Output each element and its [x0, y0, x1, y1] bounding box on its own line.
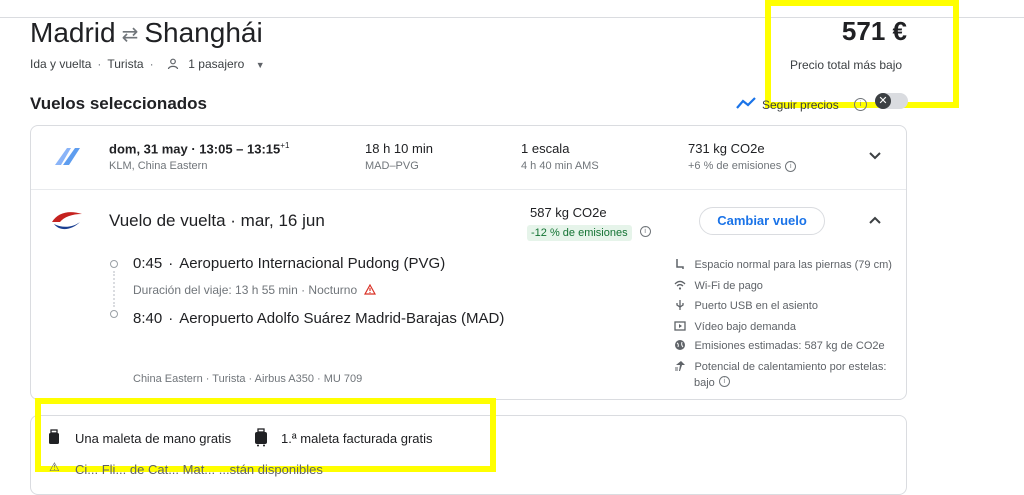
info-icon[interactable]: i: [639, 226, 651, 238]
departure-dot: [110, 260, 118, 268]
amenity-legroom: Espacio normal para las piernas (79 cm): [674, 255, 892, 273]
person-icon: [167, 58, 179, 70]
track-prices-label: Seguir precios: [762, 98, 839, 112]
arrival-airport: Aeropuerto Adolfo Suárez Madrid-Barajas …: [179, 310, 505, 327]
contrail-icon: [675, 361, 685, 371]
outbound-time-text: dom, 31 may · 13:05 – 13:15: [109, 141, 281, 157]
trip-type: Ida y vuelta: [30, 57, 92, 71]
amenity-label: Vídeo bajo demanda: [694, 321, 796, 333]
usb-icon: [676, 300, 684, 310]
origin-city: Madrid: [30, 17, 116, 48]
row-divider: [31, 189, 906, 190]
amenity-label: Emisiones estimadas: 587 kg de CO2e: [694, 340, 885, 352]
passenger-count: 1 pasajero: [188, 57, 245, 71]
travel-duration: Duración del viaje: 13 h 55 min · Noctur…: [133, 283, 377, 297]
outbound-emissions-delta: +6 % de emisiones i: [688, 160, 797, 172]
info-icon[interactable]: i: [854, 98, 867, 111]
passenger-selector[interactable]: 1 pasajero ▼: [167, 57, 265, 71]
wifi-icon: [674, 280, 686, 290]
chevron-down-icon: ▼: [255, 60, 265, 70]
swap-arrows-icon: ⇄: [121, 23, 139, 46]
arrival-dot: [110, 310, 118, 318]
globe-icon: [675, 340, 685, 350]
price-trend-icon: [736, 97, 756, 109]
warning-icon: [364, 283, 377, 295]
amenity-label: Wi-Fi de pago: [694, 280, 763, 292]
amenity-label: bajo: [694, 377, 715, 389]
change-flight-button[interactable]: Cambiar vuelo: [699, 207, 825, 235]
amenity-video: Vídeo bajo demanda: [674, 317, 796, 335]
outbound-date-time: dom, 31 may · 13:05 – 13:15+1: [109, 141, 289, 156]
timeline-line: [113, 271, 115, 307]
info-icon[interactable]: i: [785, 160, 797, 172]
klm-airline-logo-icon: [55, 148, 80, 165]
cabin-class: Turista: [107, 57, 144, 71]
return-flight-title: Vuelo de vuelta · mar, 16 jun: [109, 211, 325, 230]
outbound-airlines: KLM, China Eastern: [109, 160, 208, 172]
return-emissions-delta: -12 % de emisiones i: [527, 223, 651, 241]
expand-chevron-icon[interactable]: [868, 151, 882, 161]
baggage-highlight-box: [35, 398, 496, 472]
destination-city: Shanghái: [144, 17, 263, 48]
info-icon[interactable]: i: [718, 376, 730, 388]
amenity-label: Espacio normal para las piernas (79 cm): [694, 259, 892, 271]
outbound-emissions-delta-text: +6 % de emisiones: [688, 160, 782, 172]
amenity-emissions: Emisiones estimadas: 587 kg de CO2e: [674, 336, 885, 354]
arrival-info: 8:40 · Aeropuerto Adolfo Suárez Madrid-Bar…: [133, 310, 505, 327]
price-highlight-box: [765, 0, 959, 108]
return-emissions: 587 kg CO2e: [530, 205, 607, 220]
departure-airport: Aeropuerto Internacional Pudong (PVG): [179, 255, 446, 272]
collapse-chevron-icon[interactable]: [868, 215, 882, 225]
amenity-label: Puerto USB en el asiento: [694, 300, 818, 312]
video-icon: [674, 321, 686, 331]
outbound-emissions: 731 kg CO2e: [688, 141, 765, 156]
departure-time: 0:45: [133, 255, 163, 272]
flight-details: China Eastern · Turista · Airbus A350 · …: [133, 373, 363, 385]
seat-icon: [676, 259, 684, 269]
emissions-badge: -12 % de emisiones: [527, 225, 632, 241]
outbound-duration: 18 h 10 min: [365, 141, 433, 156]
travel-duration-text: Duración del viaje: 13 h 55 min · Noctur…: [133, 283, 358, 297]
outbound-stops: 1 escala: [521, 141, 570, 156]
outbound-route: MAD–PVG: [365, 160, 419, 172]
plus-day: +1: [280, 141, 290, 150]
amenity-wifi: Wi-Fi de pago: [674, 276, 763, 294]
outbound-layover: 4 h 40 min AMS: [521, 160, 599, 172]
section-title: Vuelos seleccionados: [30, 94, 207, 113]
route-title: Madrid ⇄ Shanghái: [30, 16, 263, 52]
china-eastern-logo-icon: [52, 212, 82, 230]
warning-icon: ⚠: [49, 460, 60, 474]
baggage-note: Ci... Fli... de Cat... Mat... ...stán di…: [75, 462, 323, 477]
arrival-time: 8:40: [133, 310, 163, 327]
outbound-flight-row[interactable]: [31, 126, 906, 189]
close-icon: ✕: [875, 93, 891, 109]
departure-info: 0:45 · Aeropuerto Internacional Pudong (PV…: [133, 255, 446, 272]
amenity-usb: Puerto USB en el asiento: [674, 296, 818, 314]
amenity-label: Potencial de calentamiento por estelas:: [694, 361, 887, 373]
trip-summary: Ida y vuelta · Turista · 1 pasajero ▼: [30, 57, 265, 71]
amenity-contrail-level: bajo i: [694, 373, 730, 391]
